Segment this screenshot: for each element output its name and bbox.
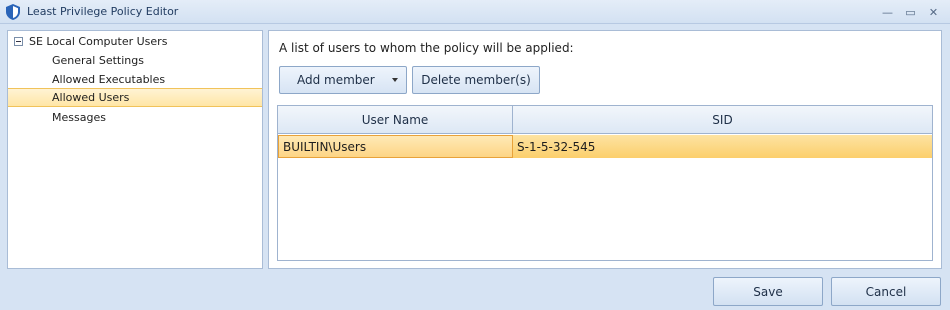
tree-item-allowed-users[interactable]: Allowed Users — [8, 88, 262, 107]
title-bar: Least Privilege Policy Editor — ▭ ✕ — [0, 0, 950, 24]
allowed-users-panel: A list of users to whom the policy will … — [268, 30, 942, 269]
instruction-text: A list of users to whom the policy will … — [279, 41, 574, 55]
column-header-user-name[interactable]: User Name — [278, 106, 513, 134]
navigation-tree: SE Local Computer Users General Settings… — [7, 30, 263, 269]
grid-header: User Name SID — [278, 106, 932, 134]
tree-item-label: Allowed Users — [52, 91, 130, 104]
cancel-button[interactable]: Cancel — [831, 277, 941, 306]
tree-item-label: General Settings — [52, 54, 144, 67]
add-member-label: Add member — [297, 73, 375, 87]
restore-icon[interactable]: ▭ — [902, 4, 919, 20]
minimize-icon[interactable]: — — [879, 4, 896, 20]
save-button[interactable]: Save — [713, 277, 823, 306]
tree-root-label: SE Local Computer Users — [29, 35, 168, 48]
tree-item-messages[interactable]: Messages — [8, 108, 262, 127]
cell-user-name[interactable]: BUILTIN\Users — [278, 135, 513, 158]
delete-member-button[interactable]: Delete member(s) — [412, 66, 540, 94]
tree-root[interactable]: SE Local Computer Users — [8, 32, 262, 51]
cell-sid[interactable]: S-1-5-32-545 — [513, 135, 932, 158]
table-row[interactable]: BUILTIN\Users S-1-5-32-545 — [278, 135, 932, 158]
window-title: Least Privilege Policy Editor — [27, 5, 179, 18]
collapse-icon[interactable] — [14, 37, 23, 46]
users-grid: User Name SID BUILTIN\Users S-1-5-32-545 — [277, 105, 933, 261]
tree-item-label: Messages — [52, 111, 106, 124]
dropdown-arrow-icon[interactable] — [392, 78, 398, 82]
shield-icon — [6, 3, 22, 21]
add-member-button[interactable]: Add member — [279, 66, 407, 94]
close-icon[interactable]: ✕ — [925, 4, 942, 20]
tree-item-label: Allowed Executables — [52, 73, 166, 86]
delete-member-label: Delete member(s) — [421, 73, 531, 87]
window-controls: — ▭ ✕ — [879, 4, 942, 20]
tree-item-allowed-executables[interactable]: Allowed Executables — [8, 70, 262, 89]
column-header-sid[interactable]: SID — [513, 106, 932, 134]
tree-item-general-settings[interactable]: General Settings — [8, 51, 262, 70]
